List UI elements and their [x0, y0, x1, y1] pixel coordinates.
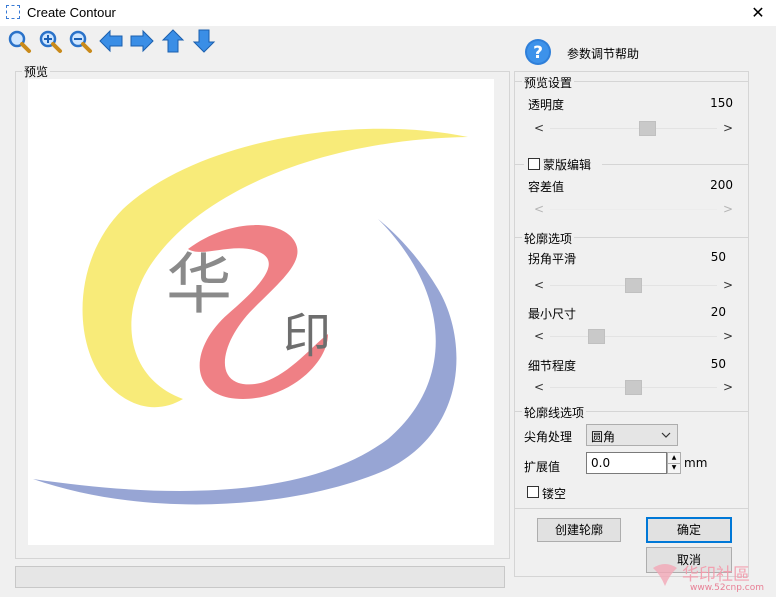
- cancel-button[interactable]: 取消: [646, 547, 732, 573]
- app-icon: [6, 5, 20, 19]
- help-icon[interactable]: ?: [524, 38, 552, 66]
- zoom-out-icon[interactable]: [67, 28, 93, 54]
- slider-left-arrow[interactable]: <: [534, 380, 544, 394]
- expand-input[interactable]: 0.0: [586, 452, 667, 474]
- contour-line-options-heading: 轮廓线选项: [522, 404, 587, 421]
- title-bar: [0, 0, 776, 26]
- logo-preview: 华 印: [33, 128, 468, 505]
- expand-unit: mm: [684, 456, 708, 470]
- slider-track: [550, 209, 717, 210]
- detail-slider[interactable]: < >: [532, 379, 735, 397]
- arrow-down-icon[interactable]: [191, 28, 217, 54]
- logo-char-hua: 华: [166, 246, 232, 323]
- mask-checkbox[interactable]: [528, 158, 540, 170]
- expand-spinner[interactable]: ▲ ▼: [667, 452, 681, 474]
- slider-right-arrow[interactable]: >: [723, 329, 733, 343]
- slider-thumb[interactable]: [625, 380, 642, 395]
- slider-right-arrow[interactable]: >: [723, 121, 733, 135]
- watermark-url: www.52cnp.com: [690, 583, 765, 593]
- expand-input-value: 0.0: [591, 456, 611, 470]
- window-title: Create Contour: [27, 5, 116, 20]
- svg-text:?: ?: [533, 43, 543, 63]
- smooth-label: 拐角平滑: [528, 252, 577, 266]
- min-size-slider[interactable]: < >: [532, 328, 735, 346]
- corner-select-value: 圆角: [591, 430, 616, 444]
- slider-left-arrow[interactable]: <: [534, 121, 544, 135]
- help-label[interactable]: 参数调节帮助: [567, 45, 639, 62]
- contour-options-heading: 轮廓选项: [522, 230, 575, 247]
- ok-button-label: 确定: [676, 523, 701, 537]
- slider-left-arrow[interactable]: <: [534, 329, 544, 343]
- progress-bar: [15, 566, 505, 588]
- arrow-up-icon[interactable]: [160, 28, 186, 54]
- tolerance-value: 200: [710, 178, 733, 192]
- mask-heading[interactable]: 蒙版编辑: [543, 156, 591, 173]
- corner-select[interactable]: 圆角: [586, 424, 678, 446]
- slider-right-arrow[interactable]: >: [723, 380, 733, 394]
- arrow-left-icon[interactable]: [98, 28, 124, 54]
- min-size-label: 最小尺寸: [528, 307, 577, 321]
- zoom-icon[interactable]: [6, 28, 32, 54]
- min-size-value: 20: [710, 305, 726, 319]
- zoom-in-icon[interactable]: [37, 28, 63, 54]
- preview-canvas: 华 印: [28, 79, 494, 545]
- slider-left-arrow: <: [534, 202, 545, 216]
- detail-label: 细节程度: [528, 359, 577, 373]
- corner-label: 尖角处理: [524, 430, 573, 444]
- close-button[interactable]: ✕: [740, 0, 776, 26]
- logo-char-yin: 印: [283, 308, 331, 364]
- ok-button[interactable]: 确定: [646, 517, 732, 543]
- chevron-down-icon: [661, 432, 671, 438]
- tolerance-label: 容差值: [528, 180, 565, 194]
- expand-label: 扩展值: [524, 460, 561, 474]
- hollow-label[interactable]: 镂空: [542, 485, 566, 502]
- tolerance-slider: < >: [532, 201, 735, 219]
- slider-thumb[interactable]: [588, 329, 605, 344]
- slider-right-arrow[interactable]: >: [723, 278, 733, 292]
- smooth-slider[interactable]: < >: [532, 277, 735, 295]
- slider-track: [550, 128, 717, 129]
- smooth-value: 50: [710, 250, 726, 264]
- preview-settings-heading: 预览设置: [522, 74, 575, 91]
- opacity-value: 150: [710, 96, 733, 110]
- opacity-label: 透明度: [528, 98, 565, 112]
- opacity-slider[interactable]: < >: [532, 120, 735, 138]
- slider-thumb[interactable]: [625, 278, 642, 293]
- spinner-down-icon[interactable]: ▼: [668, 463, 680, 473]
- detail-value: 50: [710, 357, 726, 371]
- slider-thumb[interactable]: [639, 121, 656, 136]
- create-contour-button[interactable]: 创建轮廓: [537, 518, 621, 542]
- slider-track: [550, 336, 717, 337]
- slider-right-arrow: >: [722, 202, 733, 216]
- slider-left-arrow[interactable]: <: [534, 278, 544, 292]
- hollow-checkbox[interactable]: [527, 486, 539, 498]
- preview-label: 预览: [22, 63, 51, 80]
- arrow-right-icon[interactable]: [129, 28, 155, 54]
- mask-frame: [514, 164, 749, 230]
